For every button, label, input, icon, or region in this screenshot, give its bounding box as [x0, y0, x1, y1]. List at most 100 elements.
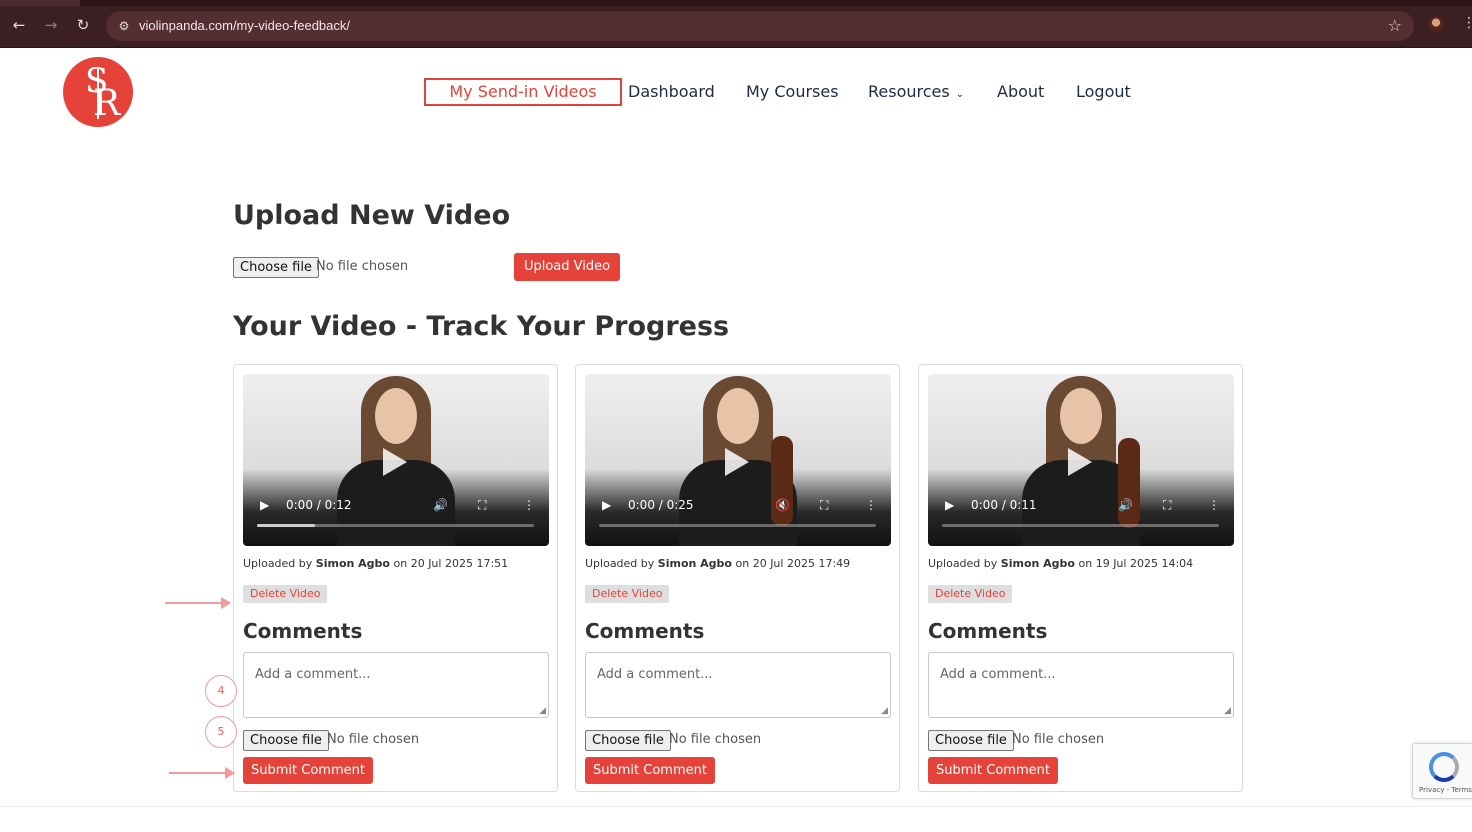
nav-logout[interactable]: Logout	[1076, 78, 1131, 106]
comment-placeholder: Add a comment...	[255, 667, 371, 682]
comment-textarea[interactable]: Add a comment... ◢	[585, 652, 891, 718]
recaptcha-text[interactable]: Privacy - Terms	[1419, 786, 1472, 794]
nav-about[interactable]: About	[997, 78, 1044, 106]
uploaded-date: on 19 Jul 2025 14:04	[1078, 557, 1194, 570]
upload-meta: Uploaded by Simon Agbo on 19 Jul 2025 14…	[928, 557, 1193, 570]
chevron-down-icon: ⌄	[955, 89, 965, 100]
upload-meta: Uploaded by Simon Agbo on 20 Jul 2025 17…	[243, 557, 508, 570]
progress-title: Your Video - Track Your Progress	[233, 311, 730, 342]
recaptcha-badge[interactable]: Privacy - Terms	[1412, 743, 1472, 799]
video-time: 0:00 / 0:12	[286, 498, 352, 512]
comment-choose-file-button[interactable]: Choose file	[585, 730, 671, 751]
video-player[interactable]: ▶ 0:00 / 0:11 🔊 ⛶ ⋮	[928, 374, 1234, 546]
profile-avatar-icon[interactable]	[1428, 17, 1444, 33]
delete-video-button[interactable]: Delete Video	[928, 585, 1013, 603]
video-player[interactable]: ▶ 0:00 / 0:25 🔇 ⛶ ⋮	[585, 374, 891, 546]
comment-choose-file-button[interactable]: Choose file	[243, 730, 329, 751]
uploader-name: Simon Agbo	[657, 557, 732, 570]
annotation-arrow-delete	[165, 597, 231, 609]
uploaded-by-label: Uploaded by	[585, 557, 655, 570]
annotation-step-4: 4	[205, 675, 237, 707]
comment-no-file-text: No file chosen	[327, 732, 420, 747]
comments-heading: Comments	[243, 619, 363, 643]
uploaded-date: on 20 Jul 2025 17:49	[735, 557, 851, 570]
browser-toolbar: ← → ↻ ⚙ violinpanda.com/my-video-feedbac…	[0, 0, 1472, 48]
comments-heading: Comments	[928, 619, 1048, 643]
browser-menu-icon[interactable]: ⋮	[1462, 15, 1472, 31]
fullscreen-icon[interactable]: ⛶	[820, 498, 828, 513]
play-icon[interactable]: ▶	[945, 498, 954, 512]
comment-placeholder: Add a comment...	[940, 667, 1056, 682]
nav-resources-label: Resources	[868, 82, 950, 101]
play-overlay-icon[interactable]	[725, 448, 749, 476]
upload-no-file-text: No file chosen	[316, 259, 409, 274]
video-progress-bar[interactable]	[599, 524, 876, 527]
video-time: 0:00 / 0:11	[971, 498, 1037, 512]
muted-icon[interactable]: 🔇	[775, 498, 790, 512]
volume-icon[interactable]: 🔊	[1118, 498, 1133, 512]
site-logo[interactable]: S R	[63, 57, 133, 127]
site-settings-icon[interactable]: ⚙	[115, 17, 133, 35]
video-controls: ▶ 0:00 / 0:11 🔊 ⛶ ⋮	[928, 492, 1234, 546]
submit-comment-button[interactable]: Submit Comment	[585, 757, 715, 784]
video-card: ▶ 0:00 / 0:12 🔊 ⛶ ⋮ Uploaded by Simon Ag…	[233, 364, 558, 792]
play-overlay-icon[interactable]	[1068, 448, 1092, 476]
annotation-step-5: 5	[205, 716, 237, 748]
resize-handle-icon[interactable]: ◢	[1224, 706, 1231, 716]
video-player[interactable]: ▶ 0:00 / 0:12 🔊 ⛶ ⋮	[243, 374, 549, 546]
url-text[interactable]: violinpanda.com/my-video-feedback/	[139, 18, 350, 33]
video-progress-bar[interactable]	[942, 524, 1219, 527]
annotation-arrow-submit	[169, 767, 235, 779]
video-card: ▶ 0:00 / 0:11 🔊 ⛶ ⋮ Uploaded by Simon Ag…	[918, 364, 1243, 792]
comment-no-file-text: No file chosen	[1012, 732, 1105, 747]
resize-handle-icon[interactable]: ◢	[881, 706, 888, 716]
submit-comment-button[interactable]: Submit Comment	[243, 757, 373, 784]
nav-dashboard[interactable]: Dashboard	[628, 78, 715, 106]
delete-video-button[interactable]: Delete Video	[585, 585, 670, 603]
play-overlay-icon[interactable]	[383, 448, 407, 476]
play-icon[interactable]: ▶	[260, 498, 269, 512]
upload-meta: Uploaded by Simon Agbo on 20 Jul 2025 17…	[585, 557, 850, 570]
uploaded-date: on 20 Jul 2025 17:51	[393, 557, 509, 570]
uploaded-by-label: Uploaded by	[243, 557, 313, 570]
uploaded-by-label: Uploaded by	[928, 557, 998, 570]
video-controls: ▶ 0:00 / 0:25 🔇 ⛶ ⋮	[585, 492, 891, 546]
back-icon[interactable]: ←	[10, 16, 28, 34]
logo-letter-r: R	[93, 83, 121, 124]
uploader-name: Simon Agbo	[315, 557, 390, 570]
resize-handle-icon[interactable]: ◢	[539, 706, 546, 716]
fullscreen-icon[interactable]: ⛶	[1163, 498, 1171, 513]
more-options-icon[interactable]: ⋮	[1208, 498, 1220, 512]
nav-my-send-in-videos[interactable]: My Send-in Videos	[424, 78, 622, 106]
nav-my-courses[interactable]: My Courses	[746, 78, 839, 106]
reload-icon[interactable]: ↻	[74, 16, 92, 34]
upload-choose-file-button[interactable]: Choose file	[233, 257, 319, 278]
nav-resources[interactable]: Resources ⌄	[868, 78, 964, 106]
video-time: 0:00 / 0:25	[628, 498, 694, 512]
comment-no-file-text: No file chosen	[669, 732, 762, 747]
more-options-icon[interactable]: ⋮	[523, 498, 535, 512]
submit-comment-button[interactable]: Submit Comment	[928, 757, 1058, 784]
video-card: ▶ 0:00 / 0:25 🔇 ⛶ ⋮ Uploaded by Simon Ag…	[575, 364, 900, 792]
upload-video-button[interactable]: Upload Video	[514, 253, 620, 281]
volume-icon[interactable]: 🔊	[433, 498, 448, 512]
page-bottom-edge	[0, 806, 1472, 832]
video-progress-bar[interactable]	[257, 524, 534, 527]
forward-icon[interactable]: →	[42, 16, 60, 34]
tab-strip	[0, 0, 1472, 6]
uploader-name: Simon Agbo	[1000, 557, 1075, 570]
active-tab-indicator	[0, 0, 80, 6]
play-icon[interactable]: ▶	[602, 498, 611, 512]
comment-choose-file-button[interactable]: Choose file	[928, 730, 1014, 751]
upload-title: Upload New Video	[233, 200, 511, 231]
comments-heading: Comments	[585, 619, 705, 643]
comment-textarea[interactable]: Add a comment... ◢	[243, 652, 549, 718]
comment-placeholder: Add a comment...	[597, 667, 713, 682]
bookmark-star-icon[interactable]: ☆	[1388, 16, 1402, 35]
video-controls: ▶ 0:00 / 0:12 🔊 ⛶ ⋮	[243, 492, 549, 546]
address-bar[interactable]: ⚙ violinpanda.com/my-video-feedback/ ☆	[106, 11, 1414, 41]
comment-textarea[interactable]: Add a comment... ◢	[928, 652, 1234, 718]
more-options-icon[interactable]: ⋮	[865, 498, 877, 512]
delete-video-button[interactable]: Delete Video	[243, 585, 328, 603]
fullscreen-icon[interactable]: ⛶	[478, 498, 486, 513]
